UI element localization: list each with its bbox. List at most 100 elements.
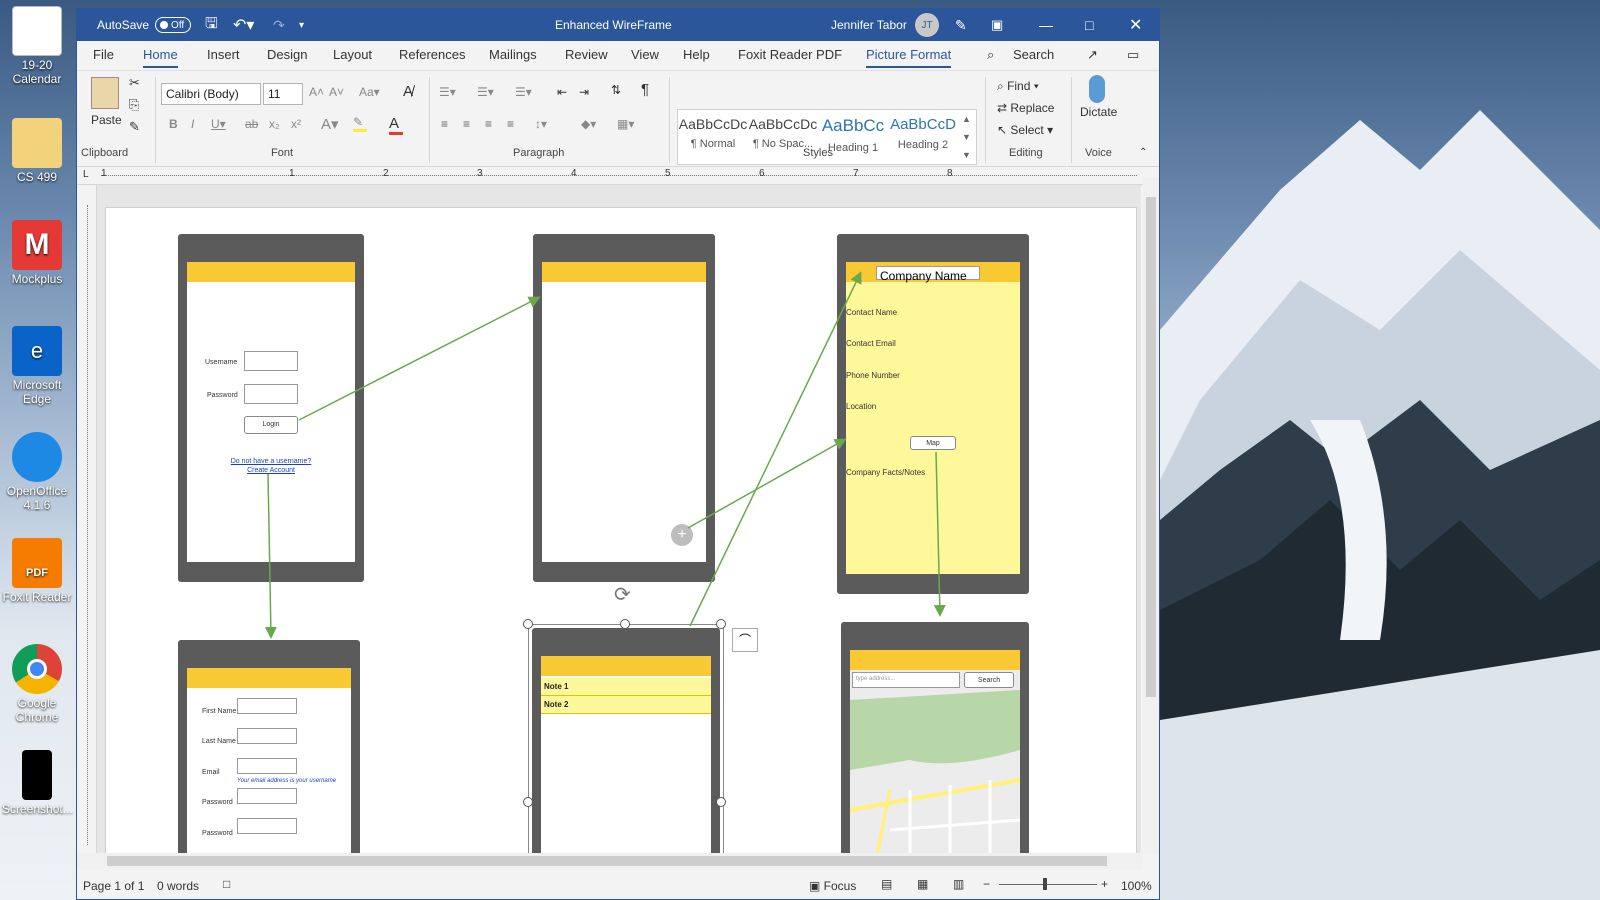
tab-mailings[interactable]: Mailings [489,47,537,62]
desktop-icon-calendar[interactable]: 19-20 Calendar [2,6,72,86]
print-layout-icon[interactable]: ▦ [917,877,928,891]
user-avatar[interactable]: JT [915,9,939,41]
word-count[interactable]: 0 words [157,879,199,893]
user-name[interactable]: Jennifer Tabor [831,9,907,41]
format-painter-icon[interactable]: ✎ [129,119,140,135]
desktop-icon-cs499[interactable]: CS 499 [2,118,72,184]
document-page[interactable]: Username Password Login Do not have a us… [105,207,1137,853]
tab-home[interactable]: Home [143,47,178,68]
tab-selector-icon[interactable]: L [83,169,89,180]
redo-icon[interactable]: ↷ [273,9,285,41]
style-normal[interactable]: AaBbCcDc ¶ Normal [678,116,748,150]
desktop-icon-chrome[interactable]: Google Chrome [2,644,72,724]
decrease-indent-icon[interactable]: ⇤ [557,85,567,99]
tab-references[interactable]: References [399,47,465,62]
save-icon[interactable]: 🖫 [205,9,218,41]
show-formatting-icon[interactable]: ¶ [641,81,649,98]
proofing-icon[interactable]: □ [223,877,230,891]
tab-help[interactable]: Help [683,47,710,62]
increase-indent-icon[interactable]: ⇥ [579,85,589,99]
text-effects-icon[interactable]: A▾ [321,115,339,133]
tab-review[interactable]: Review [565,47,608,62]
clear-formatting-icon[interactable]: A̸ [403,83,413,100]
close-icon[interactable]: ✕ [1129,9,1142,41]
scrollbar-thumb[interactable] [1146,197,1156,697]
copy-icon[interactable]: ⎘ [129,97,139,113]
numbering-icon[interactable]: ☰▾ [477,85,494,99]
sort-icon[interactable]: ⇅ [611,83,621,97]
tab-foxit-reader-pdf[interactable]: Foxit Reader PDF [738,47,842,62]
multilevel-list-icon[interactable]: ☰▾ [515,85,532,99]
style-no-spacing[interactable]: AaBbCcDc ¶ No Spac... [748,116,818,150]
replace-button[interactable]: ⇄ Replace [997,101,1054,115]
search-box[interactable]: Search [1013,47,1054,62]
underline-icon[interactable]: U▾ [211,117,226,131]
font-size-select[interactable]: 11 [263,83,303,105]
change-case-icon[interactable]: Aa▾ [359,85,380,99]
tab-insert[interactable]: Insert [207,47,240,62]
styles-more-icon[interactable]: ▼ [962,150,971,160]
tab-layout[interactable]: Layout [333,47,372,62]
align-center-icon[interactable]: ≡ [463,117,470,131]
desktop-icon-mockplus[interactable]: M Mockplus [2,220,72,286]
highlight-icon[interactable]: ✎ [353,115,367,132]
justify-icon[interactable]: ≡ [507,117,514,131]
find-button[interactable]: ⌕ Find ▾ [997,79,1039,94]
microphone-icon[interactable] [1089,75,1105,103]
page-count[interactable]: Page 1 of 1 [83,879,144,893]
focus-button[interactable]: ▣ Focus [809,879,856,893]
comments-icon[interactable]: ▭ [1127,47,1139,63]
style-heading-2[interactable]: AaBbCcD Heading 2 [888,116,958,151]
minimize-icon[interactable]: — [1039,9,1053,41]
tab-file[interactable]: File [93,47,114,62]
superscript-icon[interactable]: x² [291,117,301,131]
dictate-button[interactable]: Dictate [1080,105,1117,119]
line-spacing-icon[interactable]: ↕▾ [535,117,547,131]
desktop-icon-foxit[interactable]: PDF Foxit Reader [2,538,72,604]
desktop-icon-edge[interactable]: e Microsoft Edge [2,326,72,406]
autosave-control[interactable]: AutoSave Off [97,9,192,41]
zoom-slider-thumb[interactable] [1043,878,1047,890]
strikethrough-icon[interactable]: ab [245,117,258,131]
desktop-icon-openoffice[interactable]: OpenOffice 4.1.6 [2,432,72,512]
grow-font-icon[interactable]: A˄ [309,85,324,99]
zoom-in-icon[interactable]: + [1101,877,1108,891]
share-icon[interactable]: ↗ [1087,47,1098,63]
search-icon[interactable]: ⌕ [987,47,994,63]
vertical-scrollbar[interactable] [1143,177,1159,853]
paste-button[interactable]: Paste [91,113,122,127]
align-right-icon[interactable]: ≡ [485,117,492,131]
horizontal-scrollbar[interactable] [77,853,1143,869]
shrink-font-icon[interactable]: A˅ [329,85,344,99]
font-name-select[interactable]: Calibri (Body) [161,83,261,105]
subscript-icon[interactable]: x₂ [269,117,280,131]
scrollbar-thumb[interactable] [107,856,1107,866]
zoom-out-icon[interactable]: − [983,877,990,891]
bullets-icon[interactable]: ☰▾ [439,85,456,99]
tab-design[interactable]: Design [267,47,307,62]
font-color-icon[interactable]: A [389,115,403,135]
pen-icon[interactable]: ✎ [955,9,967,41]
tab-picture-format[interactable]: Picture Format [866,47,952,68]
select-button[interactable]: ↖ Select ▾ [997,123,1053,137]
styles-scroll-down-icon[interactable]: ▼ [962,132,971,142]
web-layout-icon[interactable]: ▥ [953,877,964,891]
styles-scroll-up-icon[interactable]: ▲ [962,114,971,124]
customize-toolbar-icon[interactable]: ▾ [299,9,304,41]
italic-icon[interactable]: I [191,117,194,131]
ribbon-display-icon[interactable]: ▣ [991,9,1003,41]
align-left-icon[interactable]: ≡ [441,117,448,131]
bold-icon[interactable]: B [169,117,178,131]
autosave-toggle[interactable]: Off [155,17,192,33]
collapse-ribbon-icon[interactable]: ⌃ [1139,147,1147,158]
tab-view[interactable]: View [631,47,659,62]
zoom-level[interactable]: 100% [1121,879,1152,893]
maximize-icon[interactable]: □ [1085,9,1093,41]
desktop-icon-screenshot[interactable]: Screenshot... [2,750,73,816]
read-mode-icon[interactable]: ▤ [881,877,892,891]
cut-icon[interactable]: ✂ [129,75,140,91]
undo-icon[interactable]: ↶▾ [233,9,254,41]
zoom-slider[interactable] [999,884,1097,885]
paste-icon[interactable] [91,77,119,109]
borders-icon[interactable]: ▦▾ [617,117,634,131]
